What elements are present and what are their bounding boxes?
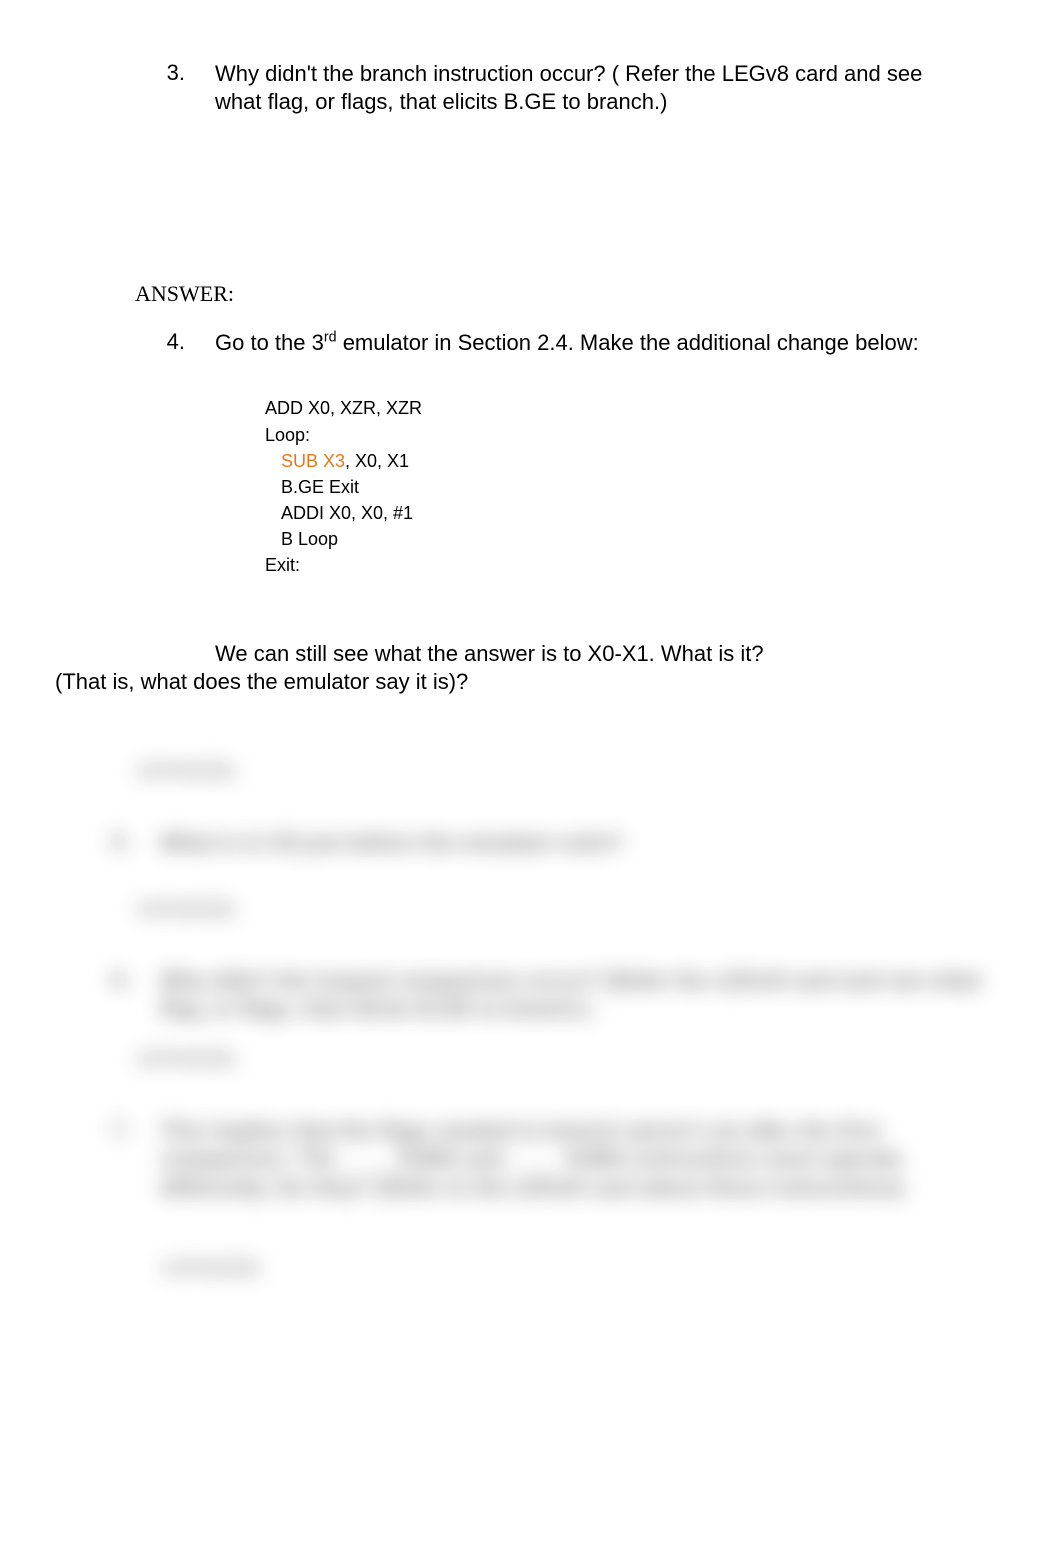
- question-3-text: Why didn't the branch instruction occur?…: [215, 60, 1007, 116]
- blurred-answer-4: ANSWER:: [160, 1255, 1062, 1281]
- question-4-number: 4.: [55, 329, 215, 357]
- blurred-q7-number: 7.: [0, 1117, 160, 1203]
- blurred-question-6: 6. Why didn't the looped comparison occu…: [0, 967, 1062, 1024]
- question-3: 3. Why didn't the branch instruction occ…: [55, 60, 1007, 116]
- answer-label-q3: ANSWER:: [135, 281, 1007, 307]
- blurred-answer-2: ANSWER:: [135, 896, 1062, 922]
- blurred-question-5: 5. What is in X0 just before the emulato…: [0, 829, 1062, 858]
- blurred-question-7: 7. This implies that the flags needed to…: [0, 1117, 1062, 1203]
- code-line-3: Loop:: [265, 422, 1007, 448]
- blurred-q6-number: 6.: [0, 967, 160, 1024]
- followup-line-1: We can still see what the answer is to X…: [55, 640, 967, 668]
- question-3-number: 3.: [55, 60, 215, 116]
- blurred-q6-text: Why didn't the looped comparison occur? …: [160, 967, 1062, 1024]
- blurred-answer-3: ANSWER:: [135, 1046, 1062, 1072]
- code-line-4: SUB X3, X0, X1: [265, 448, 1007, 474]
- blurred-q7-text: This implies that the flags needed to br…: [160, 1117, 1062, 1203]
- code-block: ADD X0, XZR, XZR Loop: SUB X3, X0, X1 B.…: [265, 395, 1007, 578]
- code-line-6: ADDI X0, X0, #1: [265, 500, 1007, 526]
- code-line-4-rest: , X0, X1: [345, 451, 409, 471]
- document-page: 3. Why didn't the branch instruction occ…: [0, 0, 1062, 696]
- code-highlight: SUB X3: [281, 451, 345, 471]
- blurred-content-region: ANSWER: 5. What is in X0 just before the…: [0, 696, 1062, 1556]
- q4-superscript: rd: [324, 330, 337, 346]
- question-4-text: Go to the 3rd emulator in Section 2.4. M…: [215, 329, 1007, 357]
- code-line-7: B Loop: [265, 526, 1007, 552]
- question-4: 4. Go to the 3rd emulator in Section 2.4…: [55, 329, 1007, 357]
- question-4-followup: We can still see what the answer is to X…: [55, 640, 1007, 696]
- blurred-answer-1: ANSWER:: [135, 758, 1062, 784]
- blurred-q5-number: 5.: [0, 829, 160, 858]
- blurred-q5-text: What is in X0 just before the emulator e…: [160, 829, 1062, 858]
- q4-text-before: Go to the 3: [215, 330, 324, 355]
- followup-line-2: (That is, what does the emulator say it …: [55, 668, 967, 696]
- code-line-8: Exit:: [265, 552, 1007, 578]
- code-line-1: ADD X0, XZR, XZR: [265, 395, 1007, 421]
- q4-text-after: emulator in Section 2.4. Make the additi…: [337, 330, 919, 355]
- code-line-5: B.GE Exit: [265, 474, 1007, 500]
